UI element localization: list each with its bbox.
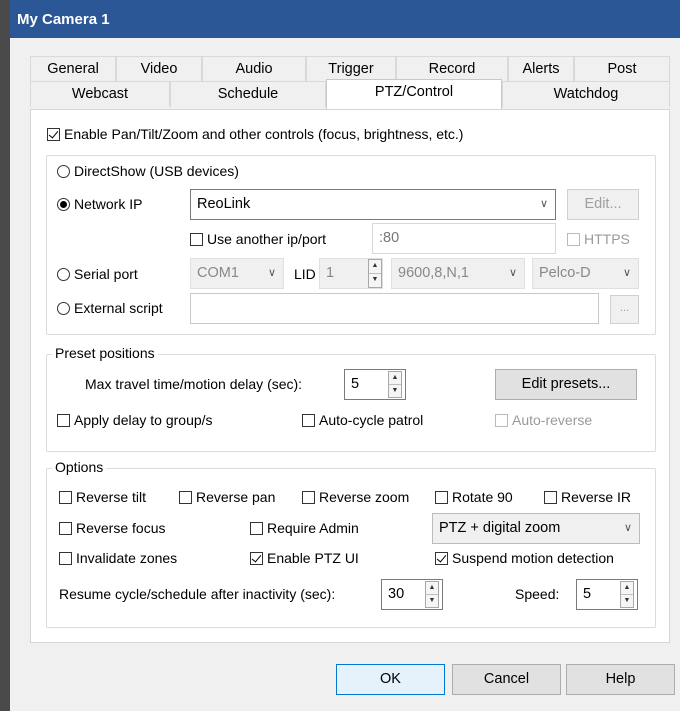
reverse-focus-checkbox[interactable]: Reverse focus (59, 520, 165, 536)
tab-webcast[interactable]: Webcast (30, 81, 170, 107)
rotate-90-checkbox[interactable]: Rotate 90 (435, 489, 513, 505)
tab-alerts[interactable]: Alerts (508, 56, 574, 82)
enable-ptz-checkbox[interactable]: Enable Pan/Tilt/Zoom and other controls … (47, 126, 463, 142)
tab-post[interactable]: Post (574, 56, 670, 82)
radio-icon (57, 165, 70, 178)
checkbox-icon (59, 491, 72, 504)
max-travel-label: Max travel time/motion delay (sec): (85, 376, 303, 392)
zoom-mode-select[interactable]: PTZ + digital zoom ∨ (432, 513, 640, 544)
https-checkbox[interactable]: HTTPS (567, 231, 630, 247)
checkbox-icon (179, 491, 192, 504)
radio-icon (57, 198, 70, 211)
reverse-ir-checkbox[interactable]: Reverse IR (544, 489, 631, 505)
tab-ptz-control[interactable]: PTZ/Control (326, 79, 502, 109)
cancel-button[interactable]: Cancel (452, 664, 561, 695)
checkbox-icon (567, 233, 580, 246)
chevron-down-icon: ∨ (508, 267, 517, 279)
radio-icon (57, 302, 70, 315)
radio-network-ip[interactable]: Network IP (57, 196, 142, 212)
radio-icon (57, 268, 70, 281)
checkbox-icon (302, 414, 315, 427)
radio-external-script[interactable]: External script (57, 300, 163, 316)
speed-spinner[interactable]: ▲ ▼ (620, 581, 634, 608)
lid-label: LID (294, 266, 316, 282)
checkbox-icon (435, 491, 448, 504)
radio-directshow[interactable]: DirectShow (USB devices) (57, 163, 239, 179)
port-field[interactable]: :80 (372, 223, 556, 254)
reverse-tilt-checkbox[interactable]: Reverse tilt (59, 489, 146, 505)
checkbox-icon (59, 522, 72, 535)
chevron-down-icon: ∨ (623, 522, 632, 534)
checkbox-icon (190, 233, 203, 246)
com-port-select[interactable]: COM1 ∨ (190, 258, 284, 289)
dialog-buttons: OK Cancel Help (10, 643, 680, 711)
options-group-label: Options (52, 459, 107, 475)
checkbox-icon (47, 128, 60, 141)
checkbox-icon (544, 491, 557, 504)
chevron-down-icon: ∨ (539, 198, 548, 210)
ptz-panel: Enable Pan/Tilt/Zoom and other controls … (30, 109, 670, 643)
checkbox-icon (250, 552, 263, 565)
lid-spinner[interactable]: ▲ ▼ (368, 259, 382, 288)
checkbox-icon (57, 414, 70, 427)
suspend-motion-checkbox[interactable]: Suspend motion detection (435, 550, 614, 566)
checkbox-icon (302, 491, 315, 504)
speed-label: Speed: (515, 586, 560, 602)
resume-spinner[interactable]: ▲ ▼ (425, 581, 439, 608)
baud-select[interactable]: 9600,8,N,1 ∨ (391, 258, 525, 289)
auto-reverse-checkbox[interactable]: Auto-reverse (495, 412, 592, 428)
max-travel-spinner[interactable]: ▲ ▼ (388, 371, 402, 398)
reverse-zoom-checkbox[interactable]: Reverse zoom (302, 489, 409, 505)
auto-cycle-checkbox[interactable]: Auto-cycle patrol (302, 412, 423, 428)
edit-network-button[interactable]: Edit... (567, 189, 639, 220)
invalidate-zones-checkbox[interactable]: Invalidate zones (59, 550, 177, 566)
network-camera-select[interactable]: ReoLink ∨ (190, 189, 556, 220)
require-admin-checkbox[interactable]: Require Admin (250, 520, 359, 536)
radio-serial-port[interactable]: Serial port (57, 266, 138, 282)
checkbox-icon (250, 522, 263, 535)
enable-ptz-ui-checkbox[interactable]: Enable PTZ UI (250, 550, 359, 566)
help-button[interactable]: Help (566, 664, 675, 695)
use-another-ip-checkbox[interactable]: Use another ip/port (190, 231, 326, 247)
protocol-select[interactable]: Pelco-D ∨ (532, 258, 639, 289)
reverse-pan-checkbox[interactable]: Reverse pan (179, 489, 275, 505)
tab-video[interactable]: Video (116, 56, 202, 82)
tab-audio[interactable]: Audio (202, 56, 306, 82)
edit-presets-button[interactable]: Edit presets... (495, 369, 637, 400)
checkbox-icon (495, 414, 508, 427)
camera-dialog: My Camera 1 General Video Audio Trigger … (10, 0, 680, 711)
apply-delay-checkbox[interactable]: Apply delay to group/s (57, 412, 213, 428)
tab-general[interactable]: General (30, 56, 116, 82)
presets-group-label: Preset positions (52, 345, 158, 361)
window-title: My Camera 1 (10, 0, 680, 38)
chevron-down-icon: ∨ (622, 267, 631, 279)
tab-schedule[interactable]: Schedule (170, 81, 326, 107)
script-path-field[interactable] (190, 293, 599, 324)
ok-button[interactable]: OK (336, 664, 445, 695)
resume-label: Resume cycle/schedule after inactivity (… (59, 586, 336, 602)
chevron-down-icon: ∨ (267, 267, 276, 279)
checkbox-icon (435, 552, 448, 565)
tab-watchdog[interactable]: Watchdog (502, 81, 670, 107)
checkbox-icon (59, 552, 72, 565)
browse-script-button[interactable]: ... (610, 295, 639, 324)
